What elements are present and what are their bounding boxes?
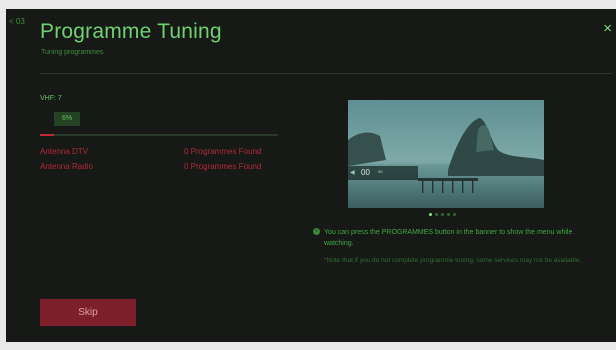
progress-percent: 6% xyxy=(54,112,80,126)
back-button[interactable]: < 03 xyxy=(9,17,25,26)
chevron-left-icon: ◀ xyxy=(350,170,355,176)
tuning-screen: < 03 Programme Tuning Tuning programmes … xyxy=(6,9,616,342)
page-dot[interactable] xyxy=(435,213,438,216)
banner-subchannel: 00 xyxy=(378,169,383,174)
tip-text: You can press the PROGRAMMES button in t… xyxy=(324,229,573,247)
tuning-note: *Note that if you do not complete progra… xyxy=(324,257,582,264)
page-dot[interactable] xyxy=(441,213,444,216)
result-label: Antenna Radio xyxy=(40,162,93,171)
page-title: Programme Tuning xyxy=(40,20,222,43)
page-dot[interactable] xyxy=(429,213,432,216)
result-row-radio: Antenna Radio 0 Programmes Found xyxy=(40,162,261,171)
preview-image: ◀ 00 00 xyxy=(348,100,544,208)
progress-fill xyxy=(40,134,55,136)
skip-button[interactable]: Skip xyxy=(40,299,136,326)
page-dot[interactable] xyxy=(453,213,456,216)
result-value: 0 Programmes Found xyxy=(184,162,262,171)
progress-bar xyxy=(40,134,278,136)
band-label: VHF: 7 xyxy=(40,95,62,102)
page-indicator xyxy=(429,213,456,216)
close-icon[interactable]: × xyxy=(603,21,612,36)
channel-banner: ◀ 00 00 xyxy=(348,166,418,180)
header-divider xyxy=(40,73,612,74)
result-row-dtv: Antenna DTV 0 Programmes Found xyxy=(40,147,261,156)
info-icon: i xyxy=(313,228,320,235)
tip: i You can press the PROGRAMMES button in… xyxy=(313,227,603,249)
result-value: 0 Programmes Found xyxy=(184,147,262,156)
result-label: Antenna DTV xyxy=(40,147,89,156)
page-dot[interactable] xyxy=(447,213,450,216)
banner-channel: 00 xyxy=(361,168,370,177)
page-subtitle: Tuning programmes xyxy=(41,49,104,56)
